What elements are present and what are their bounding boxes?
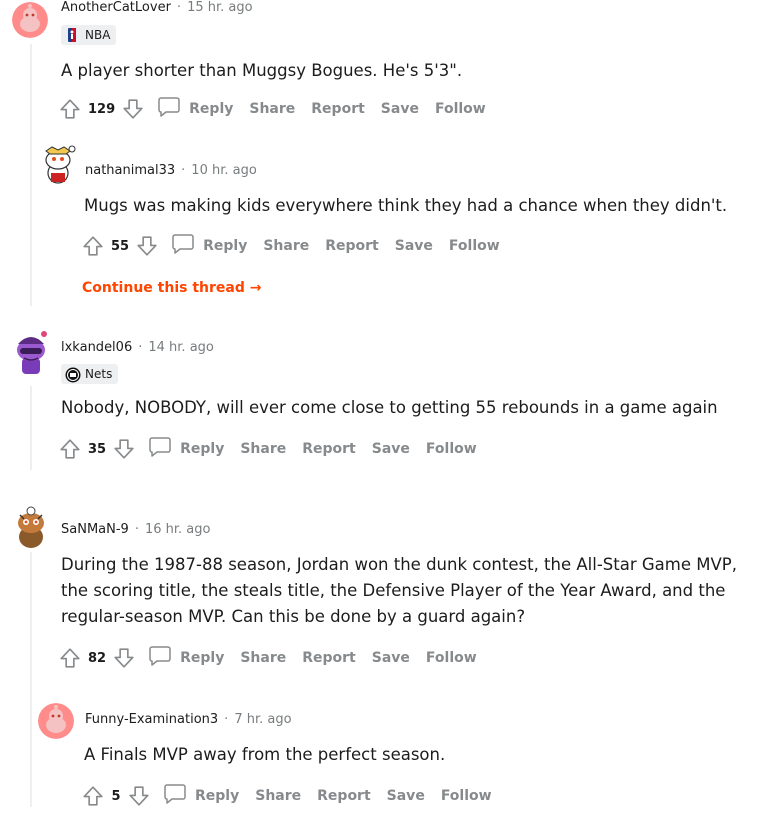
timestamp[interactable]: 15 hr. ago — [187, 0, 253, 15]
separator: · — [224, 712, 229, 727]
follow-button[interactable]: Follow — [449, 238, 500, 254]
reply-label: Reply — [180, 650, 225, 666]
comment-actions: 55 Reply Share Report Save Follow — [81, 232, 500, 260]
reply-button[interactable]: Reply — [171, 233, 247, 259]
nets-logo-icon — [65, 367, 81, 383]
reply-label: Reply — [180, 441, 225, 457]
follow-button[interactable]: Follow — [426, 650, 477, 666]
comment-body: A Finals MVP away from the perfect seaso… — [84, 745, 446, 764]
reply-button[interactable]: Reply — [157, 96, 233, 122]
save-button[interactable]: Save — [395, 238, 433, 254]
downvote-icon[interactable] — [112, 437, 136, 461]
separator: · — [134, 522, 139, 537]
share-button[interactable]: Share — [249, 101, 295, 117]
user-flair: NBA — [61, 25, 117, 45]
comment-body-line: During the 1987-88 season, Jordan won th… — [61, 555, 737, 574]
reply-label: Reply — [195, 788, 240, 804]
username[interactable]: Funny-Examination3 — [85, 712, 218, 727]
vote-score: 82 — [88, 650, 107, 666]
flair-text: Nets — [85, 367, 113, 381]
vote-score: 129 — [88, 101, 116, 117]
comment-body-line: the scoring title, the steals title, the… — [61, 581, 726, 600]
follow-button[interactable]: Follow — [426, 441, 477, 457]
reply-label: Reply — [203, 238, 248, 254]
report-button[interactable]: Report — [317, 788, 371, 804]
timestamp[interactable]: 10 hr. ago — [191, 163, 257, 178]
avatar[interactable] — [12, 330, 50, 378]
timestamp[interactable]: 16 hr. ago — [145, 522, 211, 537]
username[interactable]: SaNMaN-9 — [61, 522, 129, 537]
save-button[interactable]: Save — [387, 788, 425, 804]
comment-bubble-icon — [157, 96, 181, 122]
timestamp[interactable]: 14 hr. ago — [148, 340, 214, 355]
separator: · — [181, 163, 186, 178]
comment-bubble-icon — [148, 645, 172, 671]
share-button[interactable]: Share — [240, 650, 286, 666]
save-button[interactable]: Save — [372, 441, 410, 457]
downvote-icon[interactable] — [135, 234, 159, 258]
timestamp[interactable]: 7 hr. ago — [234, 712, 291, 727]
upvote-icon[interactable] — [81, 784, 105, 808]
separator: · — [138, 340, 143, 355]
continue-thread-link[interactable]: Continue this thread → — [82, 280, 261, 296]
avatar[interactable] — [12, 2, 48, 38]
downvote-icon[interactable] — [112, 646, 136, 670]
username[interactable]: AnotherCatLover — [61, 0, 171, 15]
comment-actions: 5 Reply Share Report Save Follow — [81, 782, 492, 810]
thread-line[interactable] — [30, 552, 32, 807]
upvote-icon[interactable] — [58, 646, 82, 670]
follow-button[interactable]: Follow — [435, 101, 486, 117]
vote-score: 5 — [111, 788, 121, 804]
flair-text: NBA — [85, 28, 111, 42]
comment-actions: 129 Reply Share Report Save Follow — [58, 95, 486, 123]
user-flair: Nets — [61, 364, 119, 384]
report-button[interactable]: Report — [311, 101, 365, 117]
vote-score: 55 — [111, 238, 130, 254]
comment-body: During the 1987-88 season, Jordan won th… — [61, 552, 737, 630]
vote-score: 35 — [88, 441, 107, 457]
comment-body: Nobody, NOBODY, will ever come close to … — [61, 398, 718, 417]
separator: · — [176, 0, 182, 15]
comment-bubble-icon — [148, 436, 172, 462]
report-button[interactable]: Report — [325, 238, 379, 254]
username[interactable]: nathanimal33 — [85, 163, 175, 178]
share-button[interactable]: Share — [240, 441, 286, 457]
share-button[interactable]: Share — [255, 788, 301, 804]
reply-label: Reply — [189, 101, 234, 117]
username[interactable]: lxkandel06 — [61, 340, 132, 355]
thread-line[interactable] — [30, 44, 32, 306]
reply-button[interactable]: Reply — [163, 783, 239, 809]
upvote-icon[interactable] — [58, 437, 82, 461]
comment-body-line: regular-season MVP. Can this be done by … — [61, 607, 526, 626]
avatar[interactable] — [38, 143, 78, 187]
report-button[interactable]: Report — [302, 650, 356, 666]
comment-body: Mugs was making kids everywhere think th… — [84, 196, 728, 215]
reply-button[interactable]: Reply — [148, 645, 224, 671]
comment-actions: 82 Reply Share Report Save Follow — [58, 644, 477, 672]
save-button[interactable]: Save — [372, 650, 410, 666]
report-button[interactable]: Report — [302, 441, 356, 457]
follow-button[interactable]: Follow — [441, 788, 492, 804]
comment-body: A player shorter than Muggsy Bogues. He'… — [61, 61, 463, 80]
nba-logo-icon — [65, 28, 79, 42]
upvote-icon[interactable] — [58, 97, 82, 121]
avatar[interactable] — [38, 703, 74, 739]
thread-line[interactable] — [30, 386, 32, 470]
save-button[interactable]: Save — [381, 101, 419, 117]
reply-button[interactable]: Reply — [148, 436, 224, 462]
avatar[interactable] — [12, 503, 50, 549]
share-button[interactable]: Share — [263, 238, 309, 254]
comment-actions: 35 Reply Share Report Save Follow — [58, 435, 477, 463]
downvote-icon[interactable] — [121, 97, 145, 121]
downvote-icon[interactable] — [127, 784, 151, 808]
comment-bubble-icon — [163, 783, 187, 809]
upvote-icon[interactable] — [81, 234, 105, 258]
comment-bubble-icon — [171, 233, 195, 259]
